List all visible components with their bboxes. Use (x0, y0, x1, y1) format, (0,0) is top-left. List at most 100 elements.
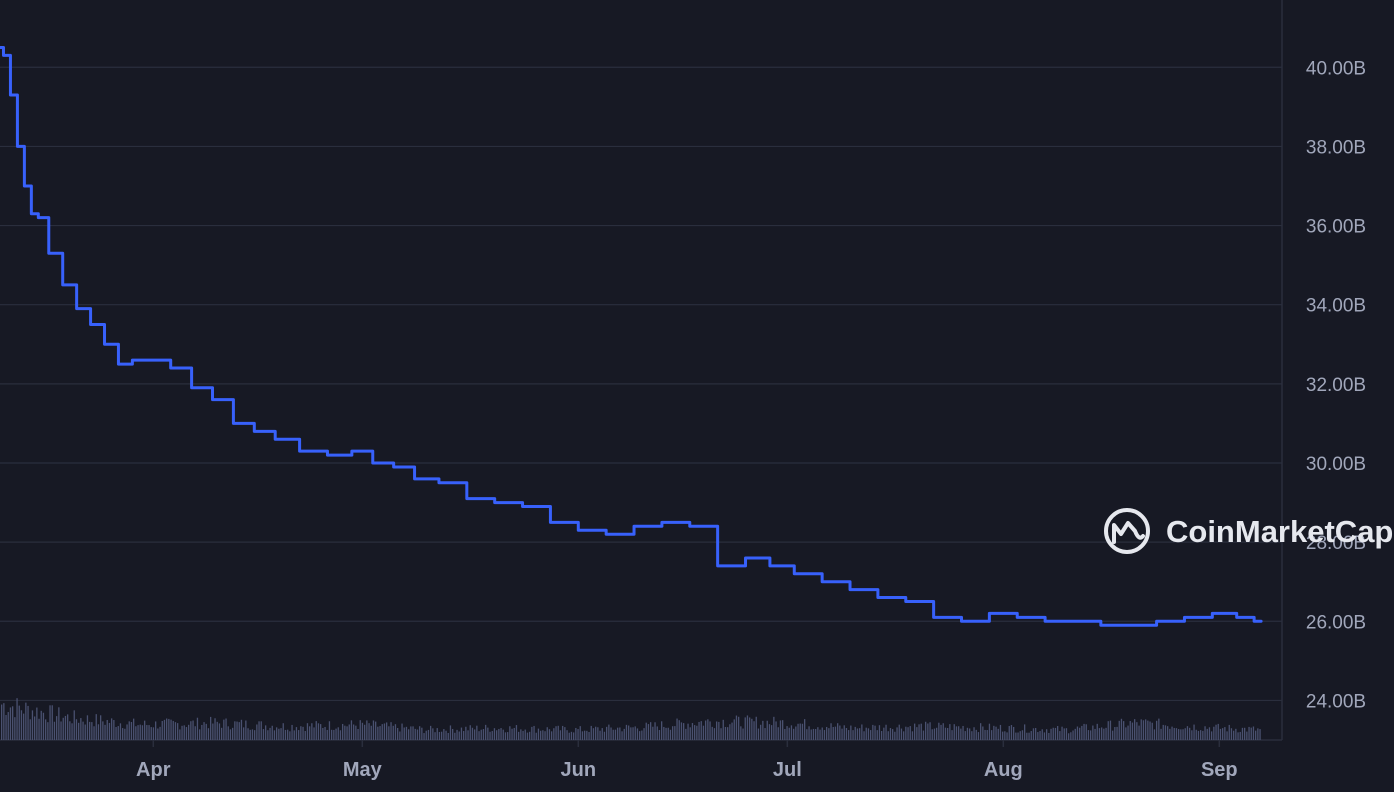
volume-bar (366, 720, 368, 740)
volume-bar (676, 718, 678, 740)
volume-bar (1213, 726, 1215, 740)
volume-bar (335, 728, 337, 740)
volume-bar (909, 726, 911, 740)
volume-bar (1057, 726, 1059, 740)
volume-bar (641, 730, 643, 740)
volume-bar (80, 718, 82, 740)
volume-bar (788, 727, 790, 740)
y-tick-label: 36.00B (1306, 217, 1366, 238)
volume-bar (243, 727, 245, 740)
volume-bar (870, 730, 872, 740)
volume-bar (1134, 719, 1136, 740)
volume-bar (458, 731, 460, 740)
market-cap-chart: 24.00B 26.00B 28.00B 30.00B 32.00B 34.00B 36.0… (0, 0, 1394, 792)
volume-bar (815, 729, 817, 740)
volume-bar (293, 730, 295, 740)
volume-bar (625, 724, 628, 740)
volume-bar (733, 719, 735, 740)
volume-bar (656, 726, 658, 740)
volume-bar (177, 723, 179, 740)
volume-bar (947, 728, 949, 740)
volume-bar (905, 726, 907, 740)
volume-bar (914, 723, 916, 740)
volume-bar (518, 731, 520, 740)
volume-bar (1131, 722, 1134, 740)
volume-bar (133, 718, 135, 740)
volume-bars (1, 698, 1261, 740)
volume-bar (350, 720, 353, 740)
volume-bar (575, 727, 577, 740)
volume-bar (390, 722, 392, 740)
volume-bar (1248, 726, 1250, 740)
volume-bar (240, 719, 243, 740)
volume-bar (707, 719, 709, 740)
volume-bar (1217, 723, 1219, 740)
volume-bar (372, 720, 375, 740)
volume-bar (174, 722, 177, 740)
volume-bar (500, 728, 502, 740)
volume-bar (159, 726, 161, 740)
volume-bar (900, 728, 903, 740)
volume-bar (5, 715, 7, 740)
volume-bar (1197, 730, 1200, 740)
volume-bar (353, 724, 355, 740)
volume-bar (1094, 728, 1096, 740)
volume-bar (1065, 728, 1068, 740)
volume-bar (854, 726, 856, 740)
volume-bar (782, 720, 784, 740)
volume-bar (1109, 720, 1112, 740)
volume-bar (84, 724, 86, 740)
volume-bar (669, 729, 672, 740)
y-tick-label: 24.00B (1306, 691, 1366, 712)
volume-bar (1230, 728, 1233, 740)
volume-bar (1151, 722, 1153, 740)
volume-bar (896, 727, 898, 740)
volume-bar (408, 729, 410, 740)
volume-bar (102, 721, 104, 740)
volume-bar (744, 717, 746, 740)
volume-bar (377, 726, 379, 740)
volume-bar (337, 727, 339, 740)
volume-bar (69, 721, 71, 740)
volume-bar (7, 712, 9, 740)
volume-bar (214, 718, 216, 740)
volume-bar (357, 728, 359, 740)
volume-bar (944, 727, 947, 740)
volume-bar (97, 724, 100, 740)
volume-bar (859, 728, 861, 740)
y-tick-label: 30.00B (1306, 454, 1366, 475)
volume-bar (342, 723, 344, 740)
volume-bar (218, 723, 221, 740)
volume-bar (922, 730, 925, 740)
volume-bar (47, 722, 49, 740)
volume-bar (665, 727, 667, 740)
volume-bar (271, 725, 273, 740)
volume-bar (694, 725, 696, 740)
volume-bar (584, 730, 586, 740)
volume-bar (467, 730, 469, 740)
volume-bar (762, 720, 764, 740)
volume-bar (375, 721, 377, 740)
volume-bar (1259, 729, 1261, 740)
volume-bar (828, 728, 830, 740)
volume-bar (1024, 724, 1026, 740)
volume-bar (645, 722, 647, 740)
volume-bar (317, 723, 320, 740)
volume-bar (45, 719, 47, 740)
volume-bar (524, 729, 526, 740)
volume-bar (639, 731, 641, 740)
volume-bar (889, 728, 892, 740)
volume-bar (51, 705, 53, 740)
volume-bar (542, 730, 544, 740)
volume-bar (1224, 727, 1226, 740)
volume-bar (1092, 725, 1094, 740)
volume-bar (108, 722, 111, 740)
volume-bar (630, 727, 632, 740)
volume-bar (927, 723, 929, 740)
volume-bar (674, 726, 676, 740)
volume-bar (170, 719, 172, 740)
volume-bar (346, 726, 348, 740)
volume-bar (1112, 730, 1114, 740)
volume-bar (650, 722, 652, 740)
volume-bar (135, 726, 137, 740)
